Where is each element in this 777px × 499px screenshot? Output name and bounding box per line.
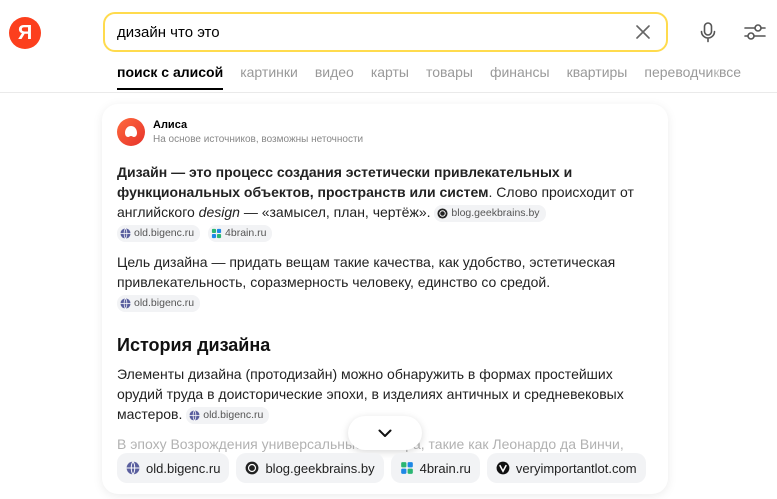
yandex-logo[interactable]: Я [9,17,41,49]
source-chip-geekbrains[interactable]: blog.geekbrains.by [236,453,384,483]
tab-apartments[interactable]: квартиры [567,64,628,90]
globe-icon [126,461,140,475]
tab-alice-search[interactable]: поиск с алисой [117,64,224,90]
tab-video[interactable]: видео [315,64,354,90]
source-chip-label: veryimportantlot.com [515,460,637,476]
filters-icon[interactable] [742,20,768,44]
search-tabs: поиск с алисой картинки видео карты това… [117,64,777,90]
clear-icon[interactable] [632,21,654,43]
source-badge-label: old.bigenc.ru [134,226,195,239]
history-heading: История дизайна [117,335,271,355]
alice-answer-card: Алиса На основе источников, возможны нет… [102,104,668,494]
tab-images[interactable]: картинки [240,64,298,90]
source-chip-veryimportantlot[interactable]: veryimportantlot.com [486,453,646,483]
purpose-text: Цель дизайна — придать вещам такие качес… [117,254,616,290]
alice-icon [117,118,145,146]
4brain-icon [211,228,222,238]
microphone-icon[interactable] [696,20,720,44]
tab-products[interactable]: товары [426,64,473,90]
source-badge-bigenc[interactable]: old.bigenc.ru [117,294,201,312]
definition-italic: design [198,204,240,220]
4brain-icon [400,462,413,474]
answer-disclaimer: На основе источников, возможны неточност… [153,134,364,145]
answer-paragraph-2: Цель дизайна — придать вещам такие качес… [117,252,657,312]
source-badge-4brain[interactable]: 4brain.ru [208,224,273,242]
source-badge-label: 4brain.ru [225,226,267,239]
globe-icon [120,228,131,239]
globe-icon [120,298,131,309]
definition-text-2: — «замысел, план, чертёж». [239,204,431,220]
search-input[interactable] [117,23,632,41]
sources-bar: old.bigenc.ru blog.geekbrains.by 4brain.… [117,453,657,485]
source-badge-bigenc[interactable]: old.bigenc.ru [117,224,201,242]
answer-author: Алиса [153,119,188,131]
source-chip-bigenc[interactable]: old.bigenc.ru [117,453,230,483]
source-badge-label: blog.geekbrains.by [451,206,540,219]
expand-answer-button[interactable] [348,416,422,450]
geekbrains-icon [246,461,259,475]
source-badge-label: old.bigenc.ru [203,408,264,421]
source-badge-label: old.bigenc.ru [134,296,195,309]
source-chip-4brain[interactable]: 4brain.ru [390,453,480,483]
geekbrains-icon [437,208,448,219]
header-divider [0,92,777,93]
source-chip-label: 4brain.ru [419,460,471,476]
answer-content: Дизайн — это процесс создания эстетическ… [117,162,657,454]
source-badge-bigenc[interactable]: old.bigenc.ru [186,406,270,424]
veryimportantlot-icon [496,461,510,475]
tab-translator[interactable]: переводчик [644,64,719,90]
chevron-down-icon [378,429,392,437]
answer-paragraph-3: Элементы дизайна (протодизайн) можно обн… [117,364,657,424]
tab-finance[interactable]: финансы [490,64,550,90]
source-chip-label: blog.geekbrains.by [265,460,375,476]
tab-all[interactable]: все [711,64,777,84]
search-box[interactable] [103,12,668,52]
source-badge-geekbrains[interactable]: blog.geekbrains.by [434,204,546,222]
answer-paragraph-1: Дизайн — это процесс создания эстетическ… [117,162,657,242]
globe-icon [189,410,200,421]
source-chip-label: old.bigenc.ru [146,460,221,476]
tab-maps[interactable]: карты [371,64,409,90]
